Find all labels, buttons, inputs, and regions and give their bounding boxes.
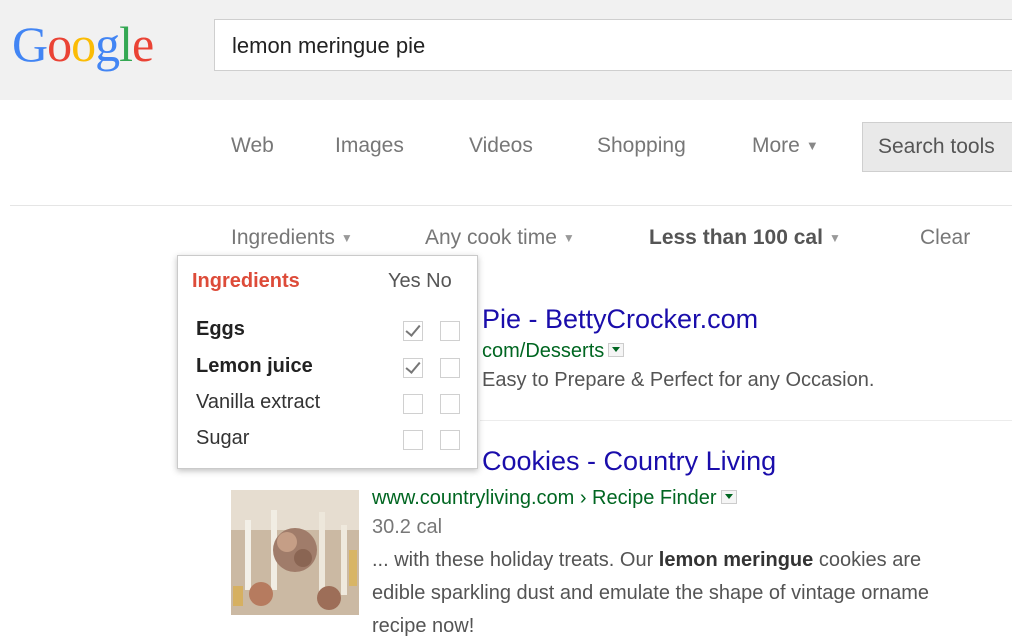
chevron-down-icon: ▼: [828, 231, 841, 245]
filter-calories-label: Less than 100 cal: [649, 226, 823, 249]
ingredient-row: Sugar: [178, 427, 478, 461]
filter-clear[interactable]: Clear: [920, 226, 970, 250]
yes-no-header: Yes No: [388, 270, 452, 292]
snippet-text: cookies are: [813, 549, 922, 571]
tab-shopping[interactable]: Shopping: [597, 134, 686, 158]
divider: [10, 205, 1012, 206]
snippet-line: recipe now!: [372, 615, 475, 637]
ingredient-label: Vanilla extract: [196, 391, 321, 413]
filter-cook-time-label: Any cook time: [425, 226, 557, 249]
thumbnail-image: [231, 490, 359, 615]
header-bar: Google lemon meringue pie: [0, 0, 1012, 100]
tab-web[interactable]: Web: [231, 134, 274, 158]
ingredients-dropdown-title: Ingredients: [192, 270, 300, 292]
logo-letter: l: [119, 16, 133, 72]
google-logo[interactable]: Google: [12, 14, 154, 74]
logo-letter: o: [47, 16, 72, 72]
snippet-text: ... with these holiday treats. Our: [372, 549, 659, 571]
filter-ingredients[interactable]: Ingredients ▼: [231, 226, 353, 250]
search-tools-button[interactable]: Search tools: [862, 122, 1012, 172]
search-input[interactable]: lemon meringue pie: [214, 19, 1012, 71]
tab-more-label: More: [752, 134, 800, 157]
result-url: com/Desserts: [482, 340, 625, 363]
filter-ingredients-label: Ingredients: [231, 226, 335, 249]
snippet-highlight: lemon meringue: [658, 549, 814, 571]
ingredient-no-checkbox[interactable]: [440, 321, 460, 341]
search-tabs: Web Images Videos Shopping More ▼: [0, 124, 1012, 174]
url-dropdown-icon[interactable]: [720, 490, 737, 504]
ingredient-label: Lemon juice: [196, 355, 313, 377]
ingredient-no-checkbox[interactable]: [440, 430, 460, 450]
result-snippet: ... with these holiday treats. Our lemon…: [372, 544, 1012, 643]
ingredient-yes-checkbox[interactable]: [403, 430, 423, 450]
snippet-line: edible sparkling dust and emulate the sh…: [372, 582, 930, 604]
logo-letter: e: [132, 16, 154, 72]
result-title[interactable]: Cookies - Country Living: [482, 446, 776, 477]
filter-bar: Ingredients ▼ Any cook time ▼ Less than 10…: [0, 222, 1012, 256]
ingredient-row: Vanilla extract: [178, 391, 478, 425]
chevron-down-icon: ▼: [805, 138, 819, 153]
result-title[interactable]: Pie - BettyCrocker.com: [482, 304, 758, 335]
result-snippet: Easy to Prepare & Perfect for any Occasi…: [482, 369, 875, 391]
filter-cook-time[interactable]: Any cook time ▼: [425, 226, 575, 250]
chevron-down-icon: ▼: [340, 231, 353, 245]
ingredient-no-checkbox[interactable]: [440, 394, 460, 414]
filter-calories[interactable]: Less than 100 cal ▼: [649, 226, 841, 250]
ingredient-label: Eggs: [196, 318, 245, 340]
tab-images[interactable]: Images: [335, 134, 404, 158]
logo-letter: G: [12, 16, 48, 72]
ingredients-dropdown: Ingredients Yes No Eggs Lemon juice Vanill…: [177, 255, 478, 469]
logo-letter: g: [95, 16, 120, 72]
tab-videos[interactable]: Videos: [469, 134, 533, 158]
snippet-line: ... with these holiday treats. Our lemon…: [372, 544, 1012, 577]
result-url: www.countryliving.com › Recipe Finder: [372, 487, 737, 510]
result-url-text: www.countryliving.com › Recipe Finder: [372, 487, 717, 509]
ingredient-yes-checkbox[interactable]: [403, 358, 423, 378]
ingredient-row: Lemon juice: [178, 355, 478, 389]
tab-more[interactable]: More ▼: [752, 134, 819, 158]
ingredient-yes-checkbox[interactable]: [403, 321, 423, 341]
ingredient-no-checkbox[interactable]: [440, 358, 460, 378]
ingredient-row: Eggs: [178, 318, 478, 352]
result-thumbnail[interactable]: [231, 490, 359, 615]
ingredient-label: Sugar: [196, 427, 250, 449]
ingredient-yes-checkbox[interactable]: [403, 394, 423, 414]
logo-letter: o: [71, 16, 96, 72]
result-url-text: com/Desserts: [482, 340, 605, 362]
calories-label: 30.2 cal: [372, 516, 443, 538]
chevron-down-icon: ▼: [562, 231, 575, 245]
divider: [480, 420, 1012, 421]
url-dropdown-icon[interactable]: [608, 343, 625, 357]
